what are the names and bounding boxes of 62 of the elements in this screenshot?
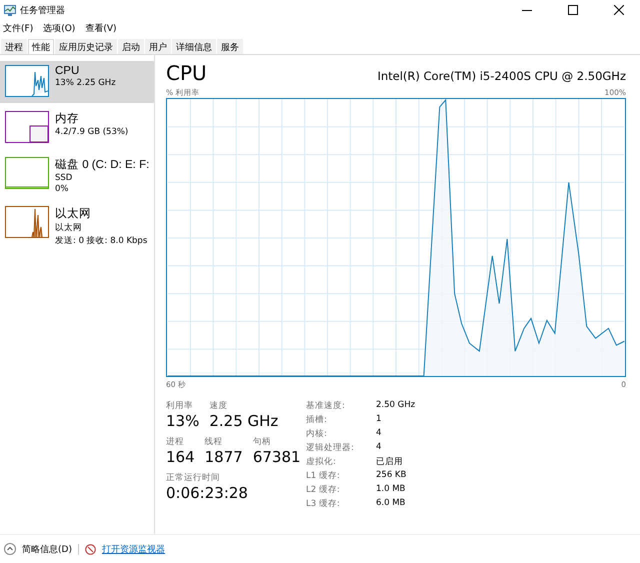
item-detail: 0% (55, 184, 70, 194)
sidebar-item[interactable]: 以太网 以太网 发送: 0 接收: 8.0 Kbps (0, 202, 154, 251)
detail-value: 2.50 GHz (376, 400, 416, 412)
close-icon[interactable] (614, 5, 624, 15)
sidebar-item[interactable]: 磁盘 0 (C: D: E: F: SSD 0% (0, 153, 154, 198)
detail-label: 内核: (306, 428, 328, 440)
tab[interactable]: 启动 (118, 39, 144, 54)
tab[interactable]: 用户 (145, 39, 171, 54)
item-title: 以太网 (55, 206, 92, 221)
detail-label: L2 缓存: (306, 484, 341, 496)
app-icon (4, 4, 16, 16)
item-title: 内存 (55, 112, 80, 126)
detail-label: L1 缓存: (306, 470, 341, 482)
tab[interactable]: 应用历史记录 (55, 39, 117, 54)
tab[interactable]: 性能 (28, 39, 54, 54)
summary-toggle[interactable]: 简略信息(D) (22, 542, 72, 556)
detail-value: 256 KB (376, 470, 408, 482)
detail-label: 虚拟化: (306, 456, 337, 468)
detail-value: 1 (376, 414, 382, 426)
stat-value: 13% (166, 412, 200, 430)
stat-label: 线程 (204, 436, 224, 448)
detail-value: 已启用 (376, 456, 404, 468)
stat-label: 进程 (166, 436, 185, 448)
detail-label: 逻辑处理器: (306, 442, 355, 454)
detail-label: 插槽: (306, 414, 328, 426)
stat-value: 2.25 GHz (209, 412, 278, 430)
stat-value: 67381 (252, 448, 301, 466)
stat-label: 正常运行时间 (166, 472, 221, 484)
stat-label: 句柄 (252, 436, 272, 448)
menu-item[interactable]: 查看(V) (85, 22, 116, 35)
detail-value: 6.0 MB (376, 498, 406, 510)
item-detail: 发送: 0 接收: 8.0 Kbps (55, 235, 148, 247)
panel-title: CPU (166, 61, 207, 85)
item-title: CPU (55, 65, 80, 77)
maximize-icon[interactable] (568, 5, 578, 15)
sidebar-item[interactable]: 内存 4.2/7.9 GB (53%) (0, 107, 154, 149)
detail-label: 基准速度: (306, 400, 346, 412)
stat-label: 速度 (209, 400, 228, 412)
cpu-model: Intel(R) Core(TM) i5-2400S CPU @ 2.50GHz (377, 69, 626, 85)
detail-value: 4 (376, 442, 382, 454)
menu-item[interactable]: 选项(O) (43, 22, 76, 35)
resource-monitor-icon[interactable] (84, 544, 96, 554)
detail-label: L3 缓存: (306, 498, 341, 510)
collapse-icon[interactable] (4, 543, 16, 555)
stat-value: 164 (166, 448, 195, 466)
item-detail: SSD (55, 173, 74, 183)
resource-monitor-link[interactable]: 打开资源监视器 (102, 542, 165, 556)
window-title: 任务管理器 (20, 4, 66, 16)
tab[interactable]: 进程 (1, 39, 27, 54)
tab[interactable]: 服务 (217, 39, 243, 54)
menu-item[interactable]: 文件(F) (3, 22, 34, 35)
detail-value: 1.0 MB (376, 484, 406, 496)
item-detail: 以太网 (55, 222, 83, 234)
item-title: 磁盘 0 (C: D: E: F: (55, 158, 150, 172)
detail-value: 4 (376, 428, 382, 440)
item-detail: 13% 2.25 GHz (55, 78, 116, 88)
sidebar-item[interactable]: CPU 13% 2.25 GHz (0, 61, 154, 103)
stat-value: 1877 (204, 448, 243, 466)
stat-value: 0:06:23:28 (166, 484, 248, 502)
tab[interactable]: 详细信息 (172, 39, 216, 54)
item-detail: 4.2/7.9 GB (53%) (55, 127, 128, 137)
stat-label: 利用率 (166, 400, 194, 412)
